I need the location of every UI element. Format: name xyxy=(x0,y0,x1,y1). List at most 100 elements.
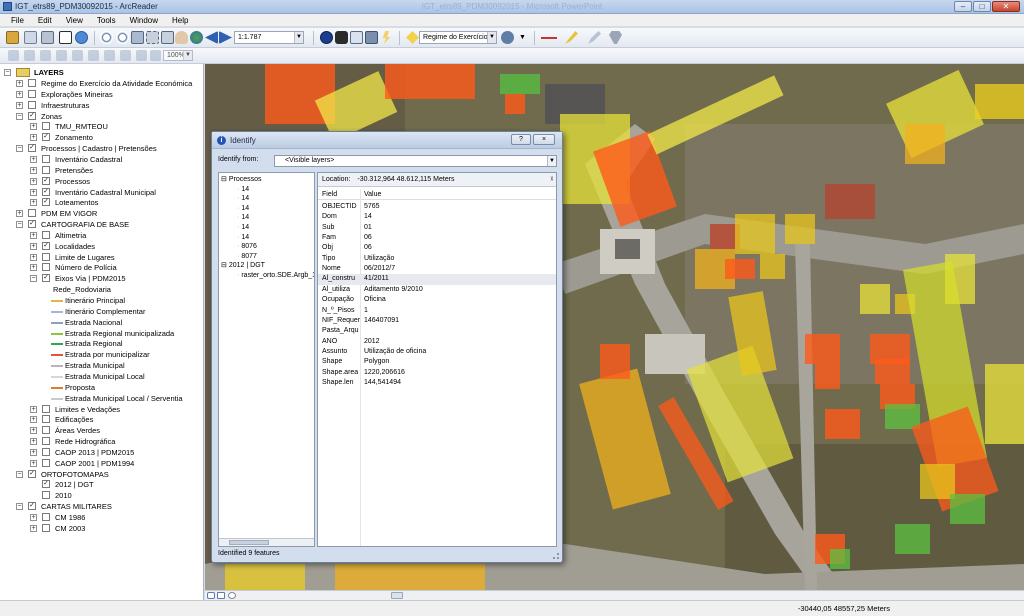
menu-tools[interactable]: Tools xyxy=(90,14,123,26)
identify-results-tree[interactable]: ⊟ Processos · 14 · 14 · 14 · 14 · 14 · 14 · 8076 · 8077 ⊟ 2… xyxy=(218,172,315,547)
identify-tree-layer[interactable]: ⊟ 2012 | DGT xyxy=(221,261,265,271)
forward-arrow-icon[interactable] xyxy=(219,31,232,44)
collapse-icon[interactable]: − xyxy=(16,112,23,120)
layer-visibility-checkbox[interactable] xyxy=(42,154,50,163)
identify-close-button[interactable]: × xyxy=(533,134,555,145)
layer-visibility-checkbox[interactable]: ✓ xyxy=(42,274,50,283)
layer-visibility-checkbox[interactable] xyxy=(28,79,36,87)
attribute-row[interactable]: Shape Polygon xyxy=(318,357,556,367)
layer-visibility-checkbox[interactable] xyxy=(28,89,36,98)
attribute-row[interactable]: Sub 01 xyxy=(318,223,556,233)
pan-icon[interactable] xyxy=(175,31,188,44)
expand-icon[interactable]: + xyxy=(30,427,37,435)
collapse-icon[interactable]: − xyxy=(16,503,23,511)
expand-icon[interactable]: + xyxy=(30,242,37,250)
expand-icon[interactable]: + xyxy=(30,134,37,142)
menu-help[interactable]: Help xyxy=(165,14,195,26)
layer-visibility-checkbox[interactable] xyxy=(28,209,36,218)
attribute-row[interactable]: Tipo Utilização xyxy=(318,254,556,264)
eraser-icon[interactable] xyxy=(609,31,622,44)
collapse-icon[interactable]: − xyxy=(16,145,23,153)
expand-icon[interactable]: + xyxy=(30,188,37,196)
refresh-icon[interactable] xyxy=(228,592,236,599)
full-extent-icon[interactable] xyxy=(146,31,159,44)
layer-visibility-checkbox[interactable]: ✓ xyxy=(42,176,50,185)
open-icon[interactable] xyxy=(6,31,19,44)
collapse-icon[interactable]: − xyxy=(16,221,23,229)
identify-dialog[interactable]: i Identify ? × Identify from: <Visible l… xyxy=(211,131,563,563)
attribute-row[interactable]: Ocupação Oficina xyxy=(318,295,556,305)
layer-visibility-checkbox[interactable]: ✓ xyxy=(28,220,36,229)
collapse-icon[interactable]: − xyxy=(16,470,23,478)
menu-view[interactable]: View xyxy=(59,14,90,26)
layer-visibility-checkbox[interactable] xyxy=(42,165,50,174)
attribute-row[interactable]: Fam 06 xyxy=(318,233,556,243)
layer-visibility-checkbox[interactable] xyxy=(42,523,50,532)
zoom-percent-combo[interactable]: 100% ▼ xyxy=(163,50,193,61)
expand-icon[interactable]: + xyxy=(30,448,37,456)
identify-tree-layer[interactable]: ⊟ Processos xyxy=(221,175,262,185)
maximize-button[interactable]: □ xyxy=(973,1,991,12)
print-icon[interactable] xyxy=(41,31,54,44)
expand-icon[interactable]: + xyxy=(30,416,37,424)
layer-visibility-checkbox[interactable] xyxy=(42,252,50,261)
map-scrollbar[interactable] xyxy=(205,590,1024,600)
layer-visibility-checkbox[interactable] xyxy=(42,491,50,500)
expand-icon[interactable]: + xyxy=(30,264,37,272)
layout-tool-icon[interactable] xyxy=(72,50,83,61)
title-bar[interactable]: IGT_etrs89_PDM30092015 - Microsoft Power… xyxy=(0,0,1024,14)
line-color-icon[interactable] xyxy=(541,31,557,44)
expand-icon[interactable]: + xyxy=(30,253,37,261)
layer-visibility-checkbox[interactable]: ✓ xyxy=(28,502,36,511)
expand-icon[interactable]: + xyxy=(30,438,37,446)
expand-icon[interactable]: + xyxy=(16,90,23,98)
find-binoculars-icon[interactable] xyxy=(335,31,348,44)
collapse-icon[interactable]: ⊟ xyxy=(221,176,227,183)
attribute-row[interactable]: NIF_Requer 146407091 xyxy=(318,316,556,326)
layout-tool-icon[interactable] xyxy=(24,50,35,61)
attribute-row[interactable]: Al_constru 41/2011 xyxy=(318,274,556,285)
identify-tree-feature[interactable]: · raster_orto.SDE.Argb_1 xyxy=(237,271,314,281)
resize-grip-icon[interactable] xyxy=(553,553,559,559)
attribute-row[interactable]: ANO 2012 xyxy=(318,337,556,347)
layer-visibility-checkbox[interactable] xyxy=(42,513,50,521)
attribute-row[interactable]: Pasta_Arqu xyxy=(318,326,556,336)
expand-icon[interactable]: + xyxy=(16,80,23,87)
globe-icon[interactable] xyxy=(190,31,203,44)
tree-scrollbar[interactable] xyxy=(219,538,314,546)
identify-tree-feature[interactable]: · 14 xyxy=(237,194,249,204)
layer-visibility-checkbox[interactable]: ✓ xyxy=(42,187,50,196)
back-arrow-icon[interactable] xyxy=(205,31,218,44)
expand-icon[interactable]: + xyxy=(30,231,37,239)
dropdown-arrow-icon[interactable]: ▼ xyxy=(516,31,529,44)
scroll-thumb[interactable] xyxy=(391,592,403,599)
attribute-row[interactable]: Dom 14 xyxy=(318,212,556,222)
expand-icon[interactable]: + xyxy=(30,177,37,185)
identify-icon[interactable] xyxy=(320,31,333,44)
data-view-icon[interactable] xyxy=(207,592,215,599)
identify-tree-feature[interactable]: · 14 xyxy=(237,185,249,195)
identify-tree-feature[interactable]: · 14 xyxy=(237,204,249,214)
collapse-icon[interactable]: − xyxy=(30,275,37,283)
close-button[interactable]: ✕ xyxy=(992,1,1020,12)
attribute-row[interactable]: Assunto Utilização de oficina xyxy=(318,347,556,357)
layer-visibility-checkbox[interactable] xyxy=(42,263,50,272)
scroll-thumb[interactable] xyxy=(229,540,269,545)
identify-tree-feature[interactable]: · 14 xyxy=(237,223,249,233)
layout-tool-icon[interactable] xyxy=(40,50,51,61)
identify-tree-feature[interactable]: · 14 xyxy=(237,213,249,223)
identify-tree-feature[interactable]: · 8077 xyxy=(237,252,257,262)
pin-icon[interactable]: ᵡ xyxy=(551,173,553,187)
attribute-row[interactable]: N_º_Pisos 1 xyxy=(318,306,556,316)
scale-combo[interactable]: 1:1.787 ▼ xyxy=(234,31,304,44)
expand-icon[interactable]: + xyxy=(30,405,37,413)
expand-icon[interactable]: + xyxy=(30,123,37,131)
copy-icon[interactable] xyxy=(24,31,37,44)
layer-visibility-checkbox[interactable] xyxy=(42,447,50,456)
attribute-row[interactable]: Nome 06/2012/7 xyxy=(318,264,556,274)
layer-visibility-checkbox[interactable] xyxy=(42,458,50,467)
layer-visibility-checkbox[interactable] xyxy=(42,426,50,435)
attribute-row[interactable]: OBJECTID 5765 xyxy=(318,202,556,212)
layer-visibility-checkbox[interactable]: ✓ xyxy=(42,241,50,250)
layout-tool-icon[interactable] xyxy=(104,50,115,61)
